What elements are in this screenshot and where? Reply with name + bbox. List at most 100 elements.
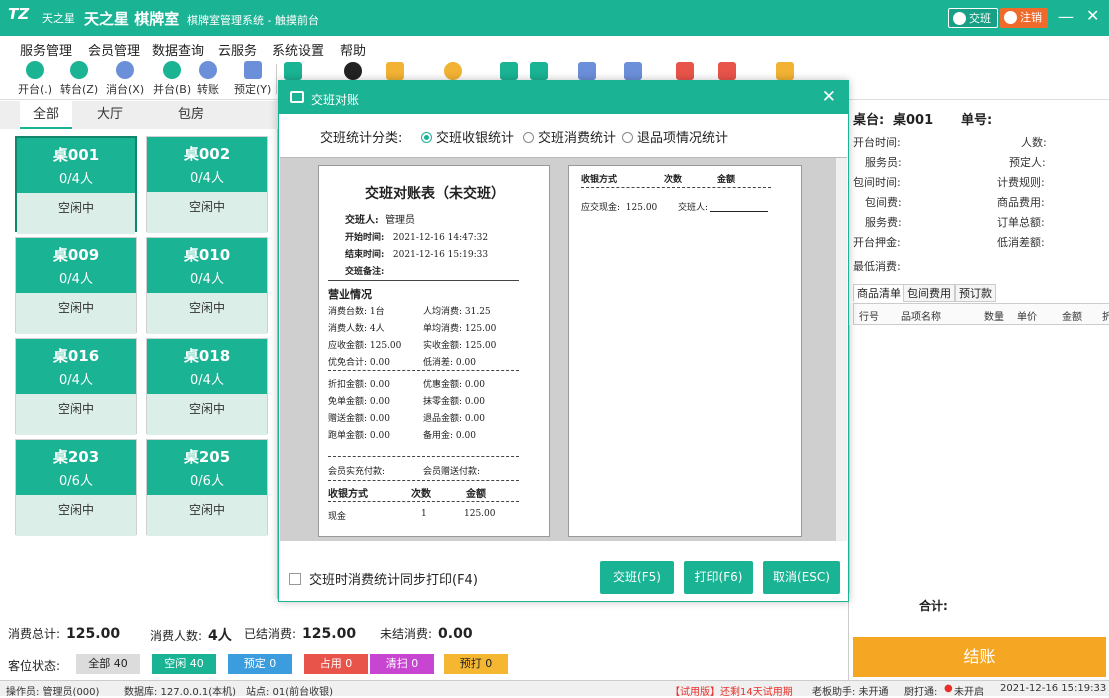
goods-grid-body[interactable] xyxy=(849,325,1109,593)
divider xyxy=(328,456,519,457)
report-stat: 消费人数: 4人 xyxy=(328,324,385,334)
transfer-account-tool[interactable]: 转账 xyxy=(197,61,219,97)
dialog-close-button[interactable]: ✕ xyxy=(822,87,836,107)
order-number-label: 单号: xyxy=(961,113,993,128)
tab-room-fee[interactable]: 包间费用 xyxy=(903,284,955,302)
table-card[interactable]: 桌018 0/4人 空闲中 xyxy=(146,338,268,435)
yen-icon[interactable] xyxy=(624,62,642,80)
note-icon[interactable] xyxy=(386,62,404,80)
total-consumption-label: 消费总计: xyxy=(8,627,61,641)
print-button[interactable]: 打印(F6) xyxy=(684,561,753,594)
tab-hall[interactable]: 大厅 xyxy=(84,101,136,129)
order-detail-panel: 桌台: 桌001 单号: 开台时间: 人数: 服务员: 预定人: 包间时间: 计… xyxy=(848,101,1109,680)
service-fee-label: 服务费: xyxy=(865,216,902,229)
cancel-table-tool[interactable]: 消台(X) xyxy=(106,61,144,97)
radio-cashier-stats[interactable]: 交班收银统计 xyxy=(421,127,514,146)
logout-button[interactable]: 注销 xyxy=(1000,8,1048,28)
table-name: 桌016 xyxy=(52,347,100,365)
table-card[interactable]: 桌203 0/6人 空闲中 xyxy=(15,439,137,536)
table-occupancy: 0/4人 xyxy=(59,373,93,388)
radio-consumption-stats[interactable]: 交班消费统计 xyxy=(523,127,616,146)
table-name: 桌010 xyxy=(183,246,231,264)
col-amount: 金额 xyxy=(1062,312,1082,323)
handover-button[interactable]: 交班 xyxy=(948,8,998,28)
seat-status-bar: 客位状态: 全部 40 空闲 40 预定 0 占用 0 清扫 0 预打 0 xyxy=(0,652,845,678)
divider xyxy=(581,187,771,188)
table-name: 桌205 xyxy=(183,448,231,466)
reserve-tool[interactable]: 预定(Y) xyxy=(234,61,271,97)
status-occupied-filter[interactable]: 占用 0 xyxy=(304,654,368,674)
close-button[interactable]: ✕ xyxy=(1086,6,1099,25)
minimize-button[interactable]: — xyxy=(1058,7,1074,26)
play-icon xyxy=(26,61,45,79)
toolbar-separator xyxy=(276,64,277,94)
table-card[interactable]: 桌001 0/4人 空闲中 xyxy=(15,136,137,234)
checkout-button[interactable]: 结账 xyxy=(853,637,1106,677)
tab-prepayment[interactable]: 预订款 xyxy=(955,284,996,302)
menu-settings[interactable]: 系统设置 xyxy=(272,40,324,59)
calendar-icon xyxy=(243,61,262,79)
clear-icon[interactable] xyxy=(284,62,302,80)
report-preview[interactable]: 交班对账表（未交班） 交班人: 管理员 开始时间: 2021-12-16 14:… xyxy=(280,157,847,541)
tab-private-room[interactable]: 包房 xyxy=(165,101,217,129)
room-time-label: 包间时间: xyxy=(853,176,901,189)
handover-note: 交班备注: xyxy=(345,264,384,277)
status-reserved-filter[interactable]: 预定 0 xyxy=(228,654,292,674)
handover-confirm-button[interactable]: 交班(F5) xyxy=(600,561,674,594)
end-time-value: 2021-12-16 15:19:33 xyxy=(392,250,489,260)
table-card[interactable]: 桌002 0/4人 空闲中 xyxy=(146,136,268,233)
preview-scrollbar[interactable] xyxy=(836,158,847,541)
cancel-button[interactable]: 取消(ESC) xyxy=(763,561,840,594)
table-card[interactable]: 桌205 0/6人 空闲中 xyxy=(146,439,268,536)
start-time-label: 开始时间: xyxy=(345,233,385,243)
sale-icon[interactable] xyxy=(676,62,694,80)
pause-icon[interactable] xyxy=(344,62,362,80)
table-card[interactable]: 桌009 0/4人 空闲中 xyxy=(15,237,137,334)
table-status: 空闲中 xyxy=(17,193,135,234)
checkbox-box[interactable] xyxy=(289,573,301,585)
handover-person-value: 管理员 xyxy=(385,215,416,226)
status-free-filter[interactable]: 空闲 40 xyxy=(152,654,216,674)
pay-method-header: 收银方式 xyxy=(328,489,368,500)
unsettled-value: 0.00 xyxy=(438,626,473,642)
logout-button-label: 注销 xyxy=(1020,11,1042,24)
report-title: 交班对账表（未交班） xyxy=(365,186,505,202)
refund-icon[interactable] xyxy=(718,62,736,80)
table-value: 桌001 xyxy=(893,113,934,128)
menu-member[interactable]: 会员管理 xyxy=(88,40,140,59)
power-icon xyxy=(1004,11,1017,24)
menu-help[interactable]: 帮助 xyxy=(340,40,366,59)
area-tabs: 全部 大厅 包房 xyxy=(0,101,278,129)
status-cleaning-filter[interactable]: 清扫 0 xyxy=(370,654,434,674)
status-all-filter[interactable]: 全部 40 xyxy=(76,654,140,674)
report-stat: 单均消费: 125.00 xyxy=(423,324,497,334)
table-card[interactable]: 桌010 0/4人 空闲中 xyxy=(146,237,268,334)
cash-due-value: 125.00 xyxy=(625,203,658,213)
menu-cloud[interactable]: 云服务 xyxy=(218,40,257,59)
table-occupancy: 0/4人 xyxy=(59,172,93,187)
min-diff-label: 低消差额: xyxy=(997,236,1045,249)
table-status: 空闲中 xyxy=(16,293,136,334)
money-icon[interactable] xyxy=(530,62,548,80)
merge-table-tool[interactable]: 并台(B) xyxy=(153,61,191,97)
menu-query[interactable]: 数据查询 xyxy=(152,40,204,59)
transfer-table-tool[interactable]: 转台(Z) xyxy=(60,61,98,97)
cashier-icon[interactable] xyxy=(500,62,518,80)
divider xyxy=(328,501,519,502)
open-table-tool[interactable]: 开台(.) xyxy=(18,61,52,97)
tag-icon[interactable] xyxy=(444,62,462,80)
status-preprint-filter[interactable]: 预打 0 xyxy=(444,654,508,674)
report-stat: 跑单金额: 0.00 xyxy=(328,431,390,441)
exit-icon[interactable] xyxy=(776,62,794,80)
report-stat: 低消差: 0.00 xyxy=(423,358,476,368)
tab-all[interactable]: 全部 xyxy=(20,101,72,129)
pay-method-cash: 现金 xyxy=(328,512,347,522)
list-icon[interactable] xyxy=(578,62,596,80)
tab-goods-list[interactable]: 商品清单 xyxy=(853,284,905,302)
table-card[interactable]: 桌016 0/4人 空闲中 xyxy=(15,338,137,435)
order-total-label: 订单总额: xyxy=(997,216,1045,229)
report-stat: 消费台数: 1台 xyxy=(328,307,385,317)
radio-return-stats[interactable]: 退品项情况统计 xyxy=(622,127,728,146)
menu-service[interactable]: 服务管理 xyxy=(20,40,72,59)
sync-print-checkbox[interactable]: 交班时消费统计同步打印(F4) xyxy=(289,569,478,588)
